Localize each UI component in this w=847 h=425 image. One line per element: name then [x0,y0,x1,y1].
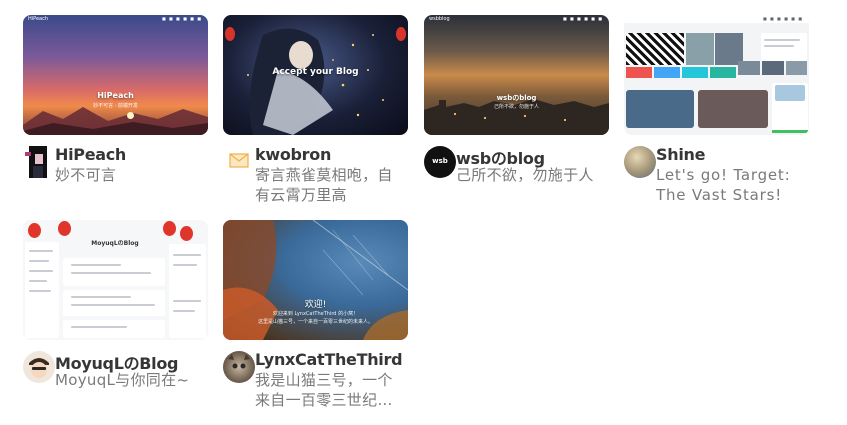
avatar[interactable] [223,351,255,383]
lantern-icon [225,27,235,41]
preview-subtitle: 妙不可言 · 前端开发 [93,103,138,109]
mail-icon [229,153,249,168]
preview-title: wsbのblog [496,94,537,102]
avatar-image [29,358,49,378]
preview-sidebar [169,244,206,338]
category-tile [786,61,807,75]
site-info-wsb: wsb wsbのblog 己所不欲，勿施于人 [424,143,624,213]
site-name[interactable]: Shine [656,145,705,164]
lantern-icon [163,221,176,236]
site-name[interactable]: HiPeach [55,145,126,164]
post-card [63,290,165,316]
avatar[interactable] [223,146,255,178]
preview-title: Accept your Blog [272,67,359,77]
preview-banner [686,33,714,65]
site-info-lynxcat: LynxCatTheThird 我是山猫三号，一个来自一百零三世纪… [223,348,423,418]
accent-bar [772,130,808,133]
city-silhouette [424,99,609,135]
post-card [626,90,694,128]
category-tile [654,67,680,78]
category-tile [710,67,736,78]
lantern-icon [180,226,193,241]
preview-title: HiPeach [97,91,134,100]
avatar[interactable] [23,351,55,383]
site-description: 我是山猫三号，一个来自一百零三世纪… [255,371,393,409]
preview-title: 欢迎! [304,300,327,310]
avatar[interactable] [624,146,656,178]
avatar-image [25,146,47,178]
mountain-silhouette [23,107,208,135]
site-preview-moyuql[interactable]: MoyuqLのBlog [23,220,208,340]
site-description: Let's go! Target: The Vast Stars! [656,166,791,204]
site-description: 寄言燕雀莫相咆，自有云霄万里高 [255,166,393,204]
avatar-image [228,354,250,369]
site-info-kwobron: kwobron 寄言燕雀莫相咆，自有云霄万里高 [223,143,423,213]
lantern-icon [28,223,41,238]
site-info-shine: Shine Let's go! Target: The Vast Stars! [624,143,824,213]
site-preview-wsb[interactable]: wsbblog ■ ■ ■ ■ ■ ■ wsbのblog 己所不欲，勿施于人 [424,15,609,135]
site-name[interactable]: LynxCatTheThird [255,350,403,369]
category-tile [626,67,652,78]
site-info-moyuql: MoyuqLのBlog MoyuqL与你同在~ [23,348,223,418]
site-preview-lynxcat[interactable]: 欢迎! 欢迎来到 LynxCatTheThird 的小窝！ 这里是山猫三号，一个… [223,220,408,340]
preview-title: MoyuqLのBlog [91,240,139,247]
avatar[interactable] [23,146,55,178]
post-card [698,90,768,128]
preview-subtitle: 欢迎来到 LynxCatTheThird 的小窝！ [272,311,359,317]
site-description: 己所不欲，勿施于人 [456,166,594,184]
post-card [775,85,805,101]
preview-subtitle: 己所不欲，勿施于人 [493,104,539,110]
category-tile [762,61,784,75]
site-preview-shine[interactable]: ■ ■ ■ ■ ■ ■ [624,15,809,135]
site-name[interactable]: kwobron [255,145,331,164]
site-description: MoyuqL与你同在~ [55,371,190,389]
category-tile [738,61,760,75]
lantern-icon [396,27,406,41]
site-info-hipeach: HiPeach 妙不可言 [23,143,223,213]
category-tile [682,67,708,78]
avatar-logo: wsb [432,157,448,165]
avatar[interactable]: wsb [424,146,456,178]
site-preview-hipeach[interactable]: HiPeach ■ ■ ■ ■ ■ ■ HiPeach 妙不可言 · 前端开发 [23,15,208,135]
preview-panel [761,33,807,61]
preview-banner [626,33,684,65]
preview-topbar: ■ ■ ■ ■ ■ ■ [624,15,809,23]
sun-icon [127,112,134,119]
preview-menu: ■ ■ ■ ■ ■ ■ [762,16,803,21]
lantern-icon [58,221,71,236]
site-description: 妙不可言 [55,166,117,184]
post-card [63,320,165,338]
preview-subtitle-line2: 这里是山猫三号，一个来自一百零三世纪的未来人。 [257,319,373,325]
site-preview-kwobron[interactable]: Accept your Blog [223,15,408,135]
